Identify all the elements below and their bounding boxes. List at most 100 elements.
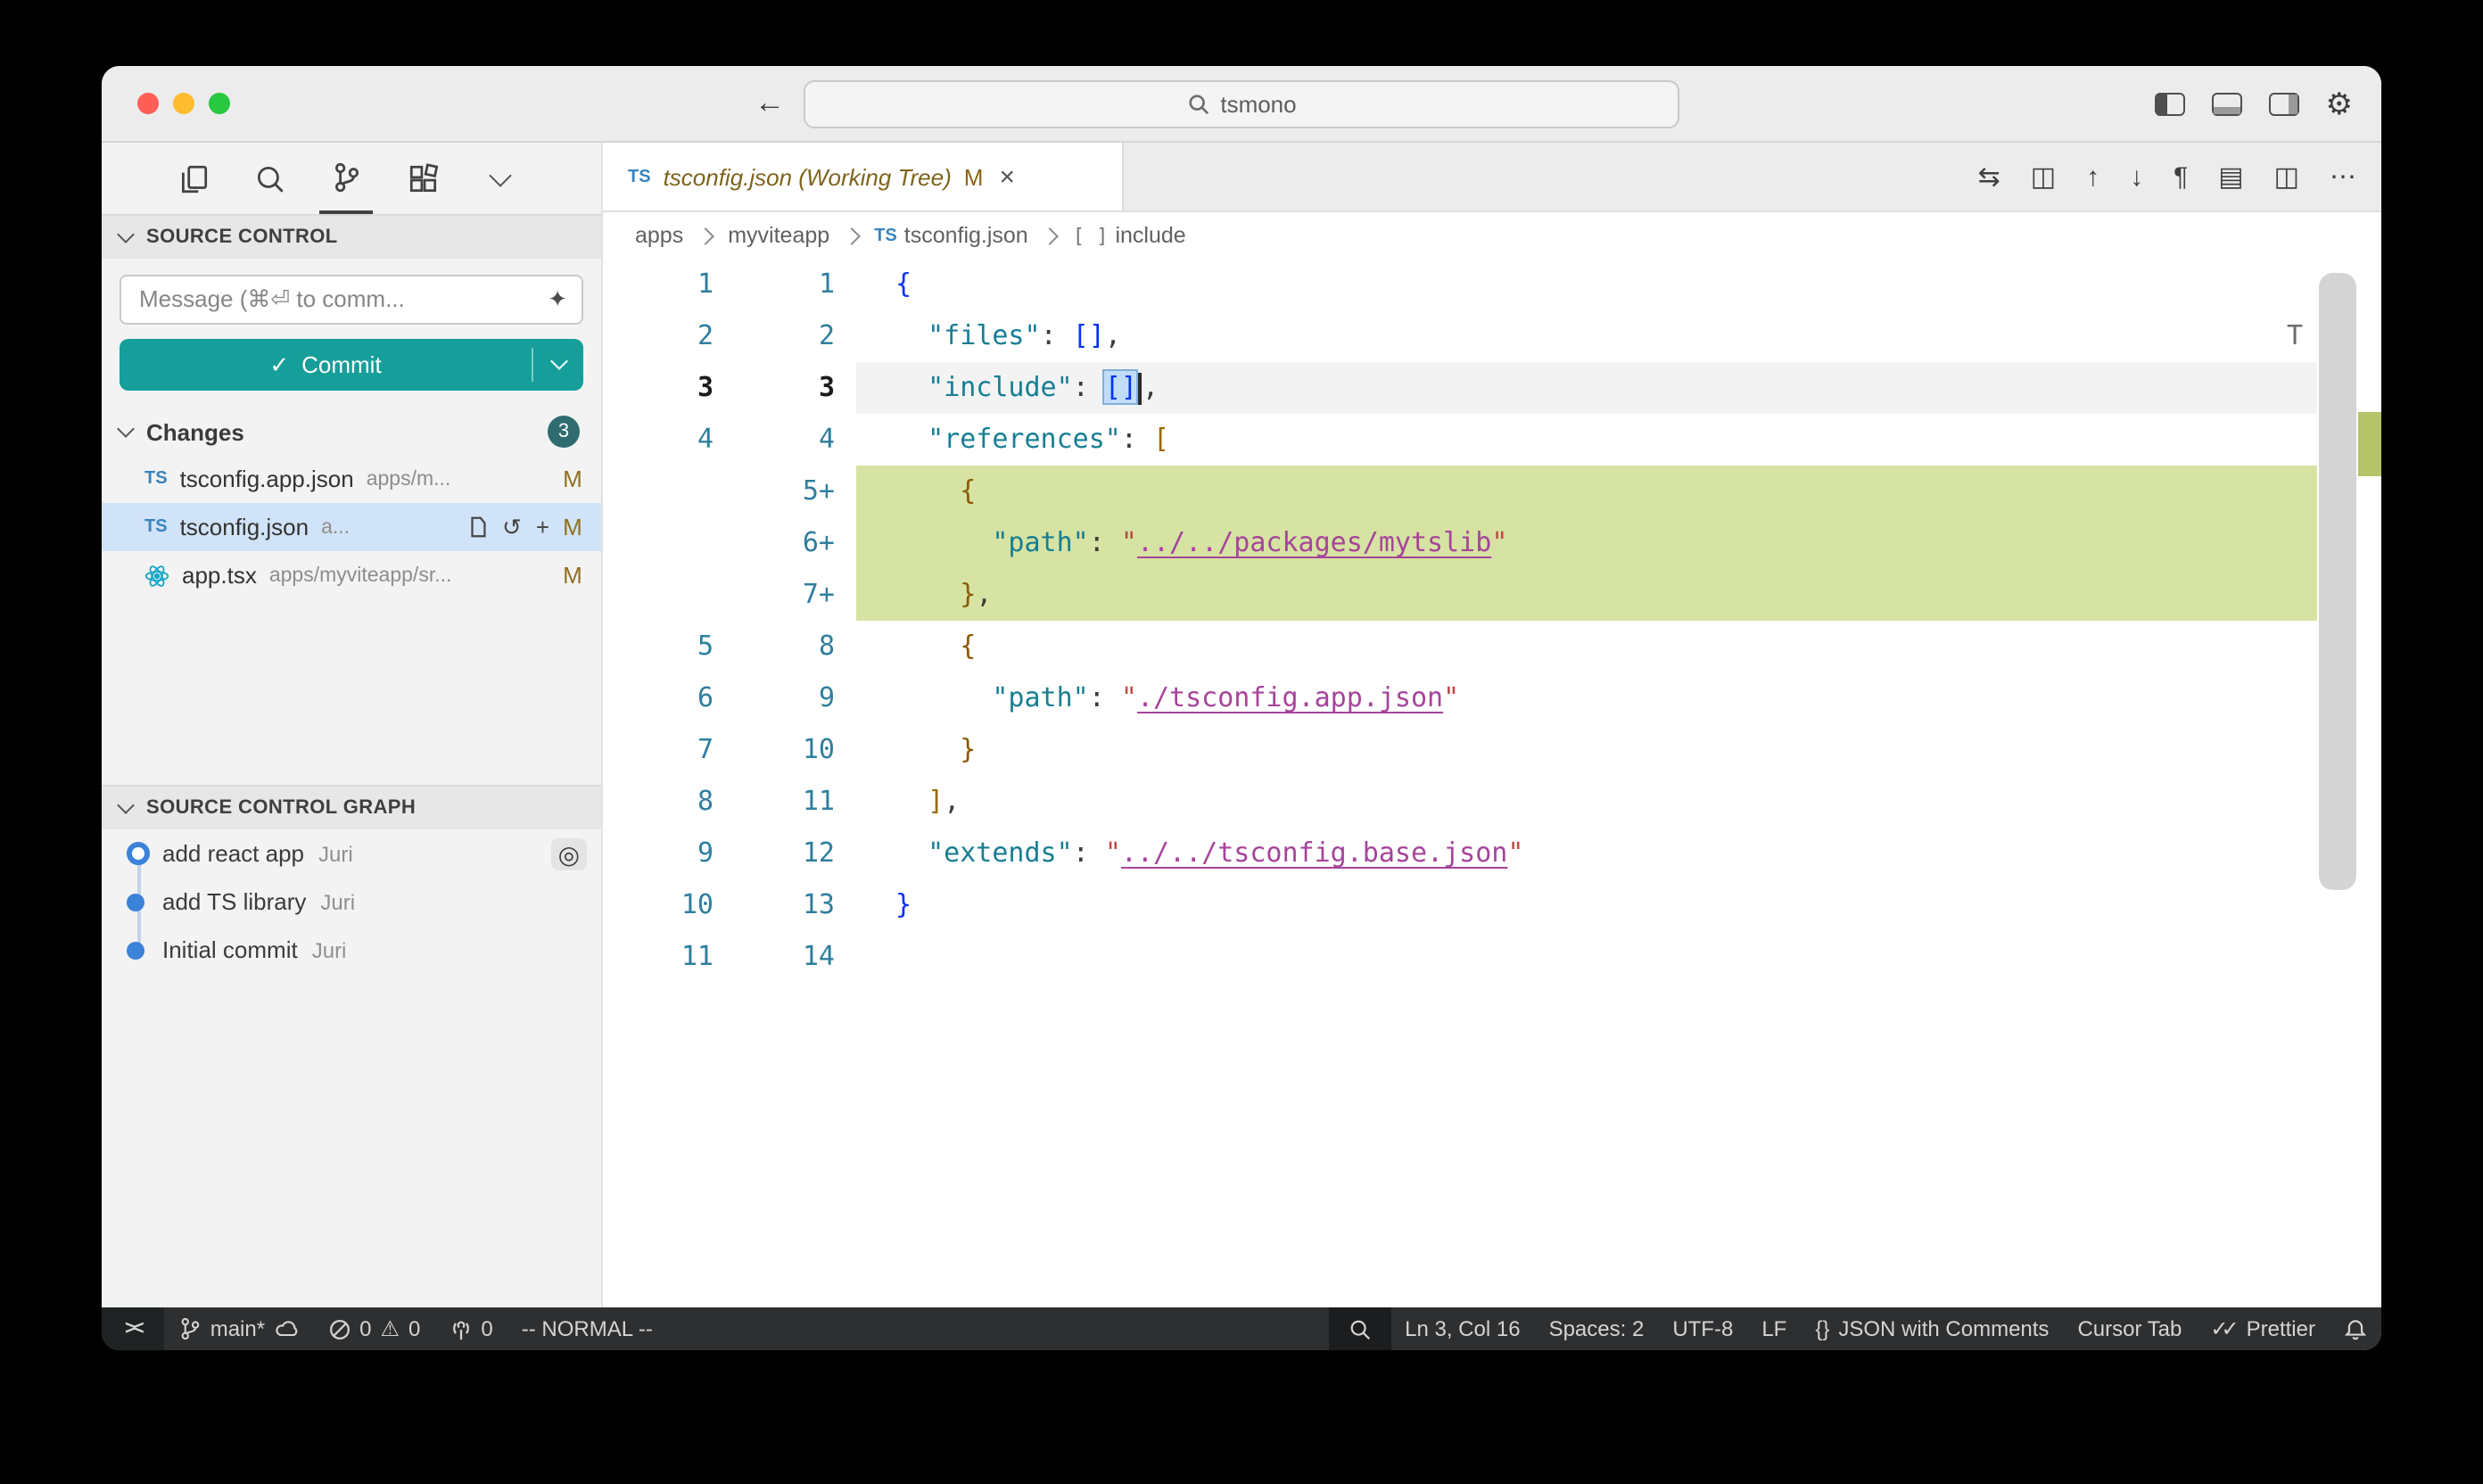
command-center-search[interactable]: tsmono	[804, 79, 1679, 128]
back-icon[interactable]: ←	[755, 86, 785, 121]
code-line[interactable]: 1114	[603, 931, 2381, 983]
screencast-zoom-indicator[interactable]	[1328, 1307, 1390, 1350]
code-text: "references": [	[856, 414, 2381, 466]
new-line-number: 1	[746, 259, 856, 310]
breadcrumb-separator-icon	[697, 227, 714, 244]
tab-tsconfig-working-tree[interactable]: TS tsconfig.json (Working Tree) M ×	[603, 143, 1124, 210]
code-line[interactable]: 44 "references": [	[603, 414, 2381, 466]
graph-commit-row[interactable]: add react appJuri◎	[102, 829, 601, 878]
scrollbar-thumb[interactable]	[2319, 273, 2356, 890]
open-file-icon[interactable]	[466, 515, 488, 539]
source-control-header[interactable]: SOURCE CONTROL	[102, 214, 601, 259]
scm-file-row[interactable]: TStsconfig.jsona...↺+M	[102, 503, 601, 551]
toggle-sidebar-icon[interactable]	[2155, 92, 2185, 115]
close-window-button[interactable]	[137, 93, 159, 114]
explorer-icon[interactable]	[166, 143, 219, 214]
language-mode-status[interactable]: {} JSON with Comments	[1801, 1307, 2063, 1350]
code-text: "files": [],	[856, 310, 2381, 362]
file-row-actions: ↺+	[466, 513, 549, 541]
code-line[interactable]: 11{	[603, 259, 2381, 310]
toggle-panel-icon[interactable]	[2212, 92, 2242, 115]
commit-dropdown-button[interactable]	[533, 339, 583, 391]
code-line[interactable]: 710 }	[603, 724, 2381, 776]
indentation-status[interactable]: Spaces: 2	[1535, 1307, 1659, 1350]
desktop-background: ← → tsmono ⚙	[0, 0, 2483, 1484]
changes-section-header[interactable]: Changes 3	[102, 408, 601, 455]
more-actions-icon[interactable]: ⋯	[2330, 163, 2356, 190]
breadcrumb-item[interactable]: myviteapp	[728, 223, 829, 248]
vim-mode-indicator[interactable]: -- NORMAL --	[507, 1307, 667, 1350]
formatter-status[interactable]: ✓✓ Prettier	[2196, 1307, 2330, 1350]
source-control-view-icon[interactable]	[319, 143, 373, 214]
new-line-number: 14	[746, 931, 856, 983]
maximize-window-button[interactable]	[209, 93, 230, 114]
magnifier-icon	[1348, 1317, 1371, 1340]
title-bar: ← → tsmono ⚙	[102, 66, 2381, 143]
notifications-status[interactable]	[2330, 1307, 2381, 1350]
scm-file-row[interactable]: app.tsxapps/myviteapp/sr...M	[102, 551, 601, 599]
remote-indicator[interactable]: ><	[102, 1307, 164, 1350]
code-text: }	[856, 724, 2381, 776]
target-icon[interactable]: ◎	[551, 837, 587, 870]
discard-changes-icon[interactable]: ↺	[502, 513, 522, 541]
code-text: {	[856, 466, 2381, 517]
commit-button-main[interactable]: ✓ Commit	[120, 339, 532, 391]
encoding-status[interactable]: UTF-8	[1658, 1307, 1747, 1350]
commit-message-input[interactable]: Message (⌘⏎ to comm...	[120, 275, 583, 325]
breadcrumb-item[interactable]: TStsconfig.json	[874, 223, 1028, 248]
code-line[interactable]: 811 ],	[603, 776, 2381, 828]
whitespace-icon[interactable]: ¶	[2174, 163, 2188, 190]
code-text: }	[856, 879, 2381, 931]
double-check-icon: ✓✓	[2210, 1316, 2231, 1341]
scroll-hint-char: T	[2287, 319, 2303, 351]
commit-button[interactable]: ✓ Commit	[120, 339, 583, 391]
gear-icon[interactable]: ⚙	[2326, 88, 2354, 119]
extensions-view-icon[interactable]	[396, 143, 450, 214]
new-line-number: 10	[746, 724, 856, 776]
graph-commit-row[interactable]: Initial commitJuri	[102, 926, 601, 974]
cursor-tab-status[interactable]: Cursor Tab	[2063, 1307, 2196, 1350]
next-change-icon[interactable]: ↓	[2130, 163, 2143, 190]
scm-file-row[interactable]: TStsconfig.app.jsonapps/m...M	[102, 455, 601, 503]
minimize-window-button[interactable]	[173, 93, 194, 114]
code-text: "path": "./tsconfig.app.json"	[856, 672, 2381, 724]
diff-editor[interactable]: 11{22 "files": [],33 "include": [],44 "r…	[603, 259, 2381, 1307]
titlebar-actions: ⚙	[2155, 88, 2354, 119]
cursor-position-status[interactable]: Ln 3, Col 16	[1390, 1307, 1534, 1350]
problems-status[interactable]: 0 ⚠ 0	[313, 1307, 434, 1350]
more-views-chevron-icon[interactable]	[473, 143, 526, 214]
code-line[interactable]: 912 "extends": "../../tsconfig.base.json…	[603, 828, 2381, 879]
traffic-lights	[137, 93, 230, 114]
toggle-secondary-sidebar-icon[interactable]	[2269, 92, 2299, 115]
commit-graph: add react appJuri◎add TS libraryJuriInit…	[102, 829, 601, 974]
commit-dot-icon	[127, 893, 144, 911]
map-icon[interactable]: ▤	[2218, 163, 2243, 190]
code-line[interactable]: 7+ },	[603, 569, 2381, 621]
stage-changes-icon[interactable]: +	[536, 514, 549, 540]
code-line[interactable]: 1013}	[603, 879, 2381, 931]
code-line[interactable]: 22 "files": [],	[603, 310, 2381, 362]
code-line[interactable]: 33 "include": [],	[603, 362, 2381, 414]
search-view-icon[interactable]	[243, 143, 296, 214]
source-control-graph-header[interactable]: SOURCE CONTROL GRAPH	[102, 785, 601, 829]
breadcrumb-item[interactable]: [ ]include	[1073, 223, 1186, 248]
generate-commit-message-icon[interactable]: ✦	[548, 285, 567, 314]
ports-status[interactable]: 0	[434, 1307, 507, 1350]
code-line[interactable]: 58 {	[603, 621, 2381, 672]
commit-message: add react app	[162, 840, 304, 867]
close-tab-icon[interactable]: ×	[999, 161, 1015, 192]
breadcrumb-item[interactable]: apps	[635, 223, 683, 248]
breadcrumb: apps myviteapp TStsconfig.json [ ]include	[603, 212, 2381, 259]
code-line[interactable]: 6+ "path": "../../packages/mytslib"	[603, 517, 2381, 569]
graph-commit-row[interactable]: add TS libraryJuri	[102, 878, 601, 926]
branch-status[interactable]: main*	[164, 1307, 313, 1350]
remote-icon: ><	[125, 1318, 141, 1340]
open-file-icon[interactable]: ⇆	[1978, 163, 2000, 190]
split-diff-icon[interactable]: ◫	[2031, 163, 2056, 190]
old-line-number: 5	[603, 621, 746, 672]
previous-change-icon[interactable]: ↑	[2086, 163, 2099, 190]
eol-status[interactable]: LF	[1747, 1307, 1801, 1350]
code-line[interactable]: 5+ {	[603, 466, 2381, 517]
split-editor-icon[interactable]: ◫	[2274, 163, 2299, 190]
code-line[interactable]: 69 "path": "./tsconfig.app.json"	[603, 672, 2381, 724]
